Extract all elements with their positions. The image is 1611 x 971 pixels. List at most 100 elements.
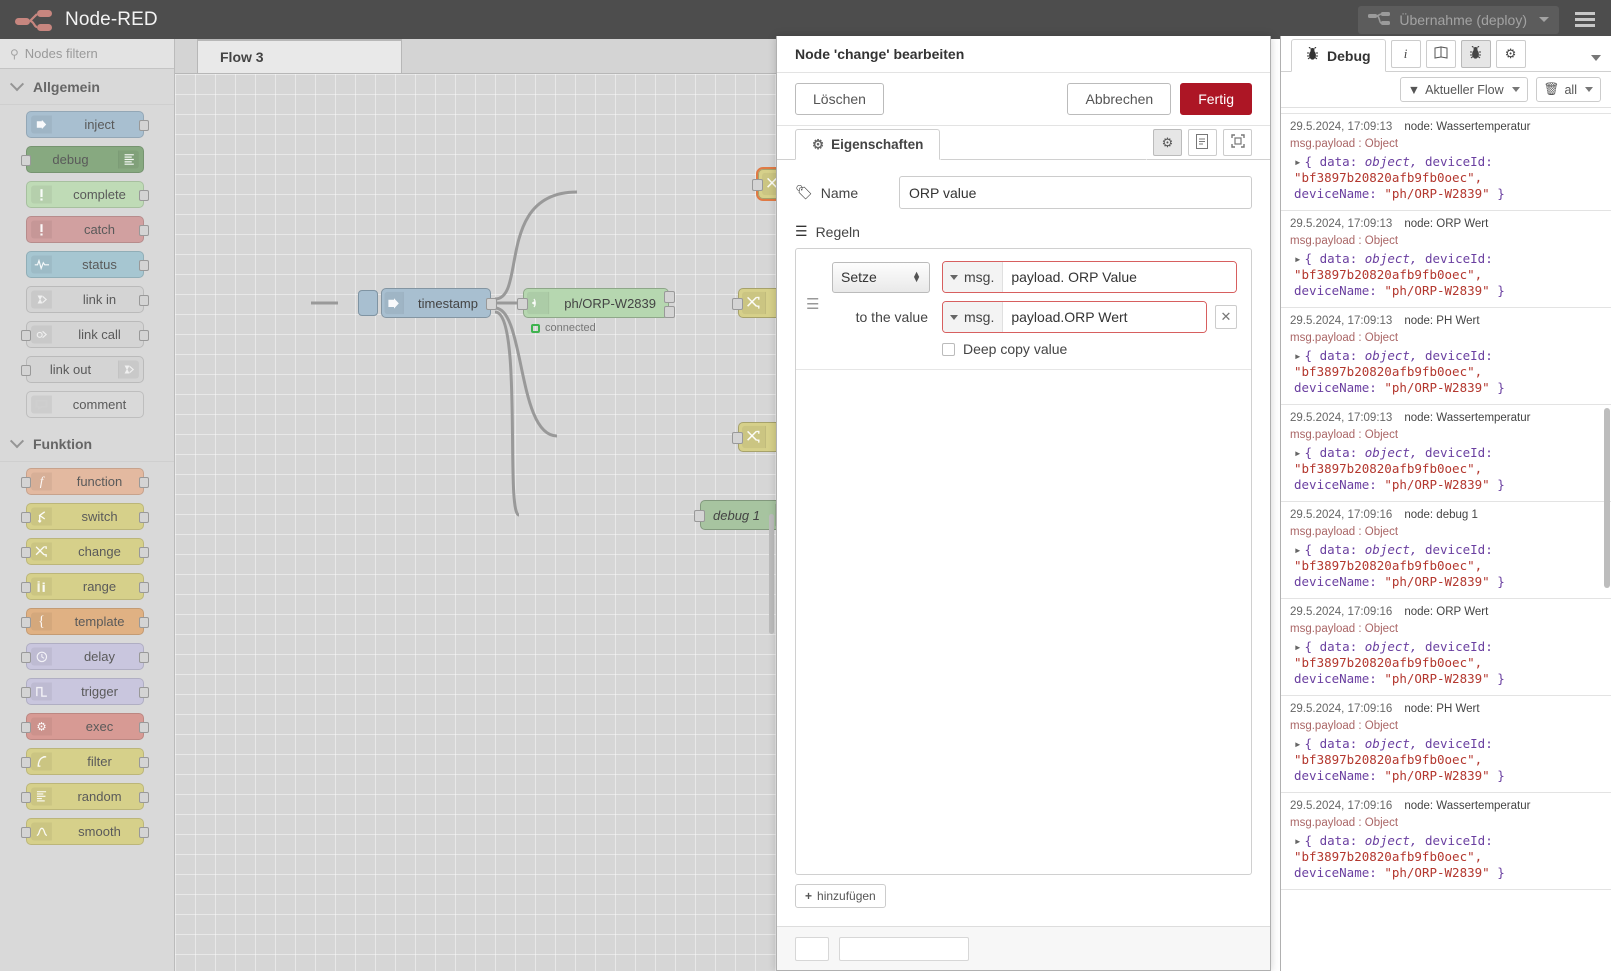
- chevron-down-icon[interactable]: [1591, 55, 1601, 61]
- palette-node-delay[interactable]: delay: [21, 643, 149, 670]
- rule-value-text[interactable]: payload.ORP Wert: [1003, 302, 1206, 332]
- flow-node-ph-ORP-W2839[interactable]: ph/ORP-W2839: [517, 288, 675, 318]
- delete-button[interactable]: Löschen: [795, 83, 884, 115]
- debug-node-name[interactable]: node: PH Wert: [1404, 315, 1479, 327]
- flow-tab-flow3[interactable]: Flow 3: [197, 39, 402, 73]
- palette-node-link-out[interactable]: link out: [21, 356, 144, 383]
- palette-node-range[interactable]: range: [21, 573, 149, 600]
- debug-node-name[interactable]: node: ORP Wert: [1404, 606, 1488, 618]
- debug-message[interactable]: 29.5.2024, 17:09:16 node: PH Wert msg.payl…: [1281, 696, 1611, 793]
- node-output-port[interactable]: [664, 291, 675, 303]
- node-input-port[interactable]: [21, 757, 31, 768]
- rule-action-select[interactable]: Setze ▲ ▼: [832, 261, 930, 293]
- palette-category-funktion[interactable]: Funktion: [0, 426, 174, 462]
- node-output-port[interactable]: [486, 298, 497, 310]
- node-input-port[interactable]: [21, 330, 31, 341]
- drag-handle-icon[interactable]: ☰: [806, 297, 819, 312]
- debug-message[interactable]: 29.5.2024, 17:09:16 node: debug 1 msg.payl…: [1281, 502, 1611, 599]
- flow-node-Current-Temperature[interactable]: Current Temperature: [732, 422, 776, 452]
- flow-node-debug-1[interactable]: debug 1: [694, 500, 776, 530]
- expand-arrow-icon[interactable]: ▸: [1294, 348, 1302, 363]
- node-output-port[interactable]: [139, 617, 149, 628]
- node-input-port[interactable]: [21, 722, 31, 733]
- node-input-port[interactable]: [21, 512, 31, 523]
- debug-message[interactable]: 29.5.2024, 17:09:13 node: ORP Wert msg.pay…: [1281, 211, 1611, 308]
- debug-node-name[interactable]: node: Wassertemperatur: [1404, 800, 1530, 812]
- node-output-port[interactable]: [139, 687, 149, 698]
- node-input-port[interactable]: [752, 179, 763, 191]
- node-output-port[interactable]: [139, 722, 149, 733]
- node-input-port[interactable]: [517, 298, 528, 310]
- node-input-port[interactable]: [21, 827, 31, 838]
- node-output-port[interactable]: [664, 306, 675, 318]
- palette-node-status[interactable]: status: [26, 251, 149, 278]
- dialog-expand-icon-button[interactable]: [1223, 129, 1252, 156]
- rule-value-type-select[interactable]: msg.: [943, 302, 1004, 332]
- node-input-port[interactable]: [21, 547, 31, 558]
- sidebar-help-button[interactable]: [1425, 40, 1456, 68]
- footer-stub-left[interactable]: [795, 936, 829, 961]
- node-output-port[interactable]: [139, 757, 149, 768]
- palette-node-comment[interactable]: comment: [26, 391, 144, 418]
- palette-node-link-in[interactable]: link in: [26, 286, 149, 313]
- palette-node-function[interactable]: f function: [21, 468, 149, 495]
- rule-target-input[interactable]: msg. payload. ORP Value: [942, 261, 1237, 293]
- debug-node-name[interactable]: node: Wassertemperatur: [1404, 412, 1530, 424]
- done-button[interactable]: Fertig: [1180, 83, 1252, 115]
- sidebar-config-button[interactable]: ⚙: [1495, 40, 1526, 68]
- node-input-port[interactable]: [694, 510, 705, 522]
- node-input-port[interactable]: [21, 155, 31, 166]
- node-output-port[interactable]: [139, 225, 149, 236]
- debug-message[interactable]: 29.5.2024, 17:09:16 node: Wassertemperatu…: [1281, 793, 1611, 890]
- expand-arrow-icon[interactable]: ▸: [1294, 542, 1302, 557]
- node-input-port[interactable]: [21, 617, 31, 628]
- palette-node-exec[interactable]: ⚙ exec: [21, 713, 149, 740]
- rule-target-type-select[interactable]: msg.: [943, 262, 1004, 292]
- expand-arrow-icon[interactable]: ▸: [1294, 639, 1302, 654]
- palette-node-inject[interactable]: inject: [26, 111, 149, 138]
- node-input-port[interactable]: [732, 298, 743, 310]
- palette-search-input[interactable]: ⚲ Nodes filtern: [0, 39, 174, 69]
- debug-clear-dropdown[interactable]: 🗑 all: [1535, 77, 1601, 102]
- node-output-port[interactable]: [139, 792, 149, 803]
- rule-value-input[interactable]: msg. payload.ORP Wert: [942, 301, 1207, 333]
- palette-node-template[interactable]: {template: [21, 608, 149, 635]
- expand-arrow-icon[interactable]: ▸: [1294, 251, 1302, 266]
- dialog-settings-icon-button[interactable]: ⚙: [1153, 129, 1182, 156]
- debug-message-list[interactable]: bf3897b20820afb9fb0oec",deviceName: "ph/…: [1281, 108, 1611, 971]
- debug-message[interactable]: 29.5.2024, 17:09:13 node: PH Wert msg.payl…: [1281, 308, 1611, 405]
- node-output-port[interactable]: [139, 582, 149, 593]
- node-input-port[interactable]: [21, 477, 31, 488]
- flow-node-ORP-value[interactable]: ORP value: [752, 167, 776, 201]
- inject-trigger-button[interactable]: [358, 290, 378, 316]
- node-output-port[interactable]: [139, 260, 149, 271]
- palette-node-link-call[interactable]: link call: [21, 321, 149, 348]
- node-output-port[interactable]: [139, 295, 149, 306]
- footer-stub-right[interactable]: [839, 936, 969, 961]
- node-input-port[interactable]: [21, 687, 31, 698]
- expand-arrow-icon[interactable]: ▸: [1294, 445, 1302, 460]
- node-output-port[interactable]: [139, 827, 149, 838]
- node-output-port[interactable]: [139, 120, 149, 131]
- sidebar-tab-debug[interactable]: Debug: [1291, 39, 1386, 72]
- debug-node-name[interactable]: node: ORP Wert: [1404, 218, 1488, 230]
- palette-node-catch[interactable]: catch: [26, 216, 149, 243]
- palette-node-trigger[interactable]: trigger: [21, 678, 149, 705]
- expand-arrow-icon[interactable]: ▸: [1294, 154, 1302, 169]
- tab-eigenschaften[interactable]: ⚙ Eigenschaften: [795, 129, 941, 160]
- palette-node-random[interactable]: random: [21, 783, 149, 810]
- sidebar-info-button[interactable]: i: [1390, 40, 1421, 68]
- debug-message[interactable]: 29.5.2024, 17:09:13 node: Wassertemperatu…: [1281, 405, 1611, 502]
- node-output-port[interactable]: [139, 330, 149, 341]
- palette-category-allgemein[interactable]: Allgemein: [0, 69, 174, 105]
- palette-node-debug[interactable]: debug: [21, 146, 144, 173]
- expand-arrow-icon[interactable]: ▸: [1294, 736, 1302, 751]
- debug-node-name[interactable]: node: PH Wert: [1404, 703, 1479, 715]
- debug-filter-dropdown[interactable]: ▼ Aktueller Flow: [1399, 77, 1528, 102]
- cancel-button[interactable]: Abbrechen: [1067, 83, 1172, 115]
- dialog-description-icon-button[interactable]: [1188, 129, 1217, 156]
- add-rule-button[interactable]: + hinzufügen: [795, 884, 886, 908]
- debug-node-name[interactable]: node: Wassertemperatur: [1404, 121, 1530, 133]
- debug-message[interactable]: 29.5.2024, 17:09:16 node: ORP Wert msg.pay…: [1281, 599, 1611, 696]
- flow-node-pH-value[interactable]: pH value: [732, 288, 776, 318]
